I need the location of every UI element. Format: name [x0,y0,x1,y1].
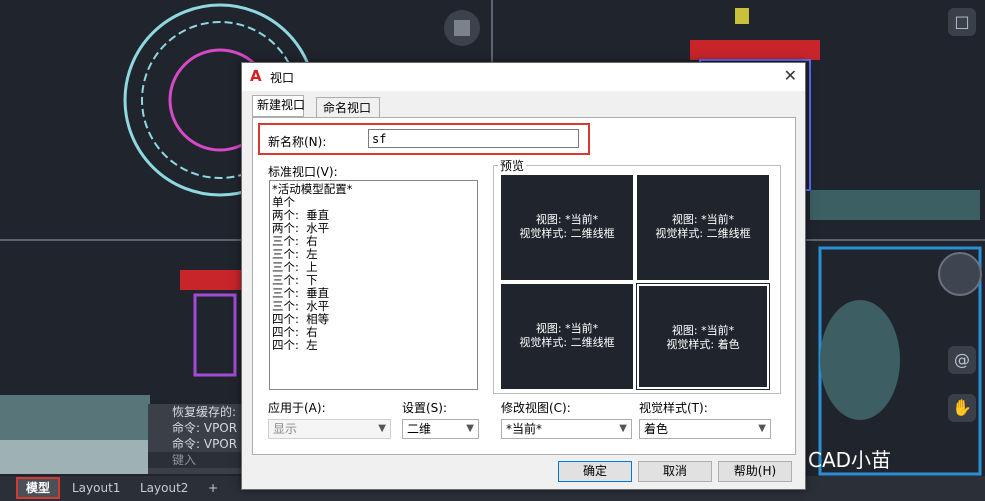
change-view-select[interactable]: *当前* ▼ [501,419,632,439]
command-line-1: 恢复缓存的: [172,405,237,419]
chevron-down-icon: ▼ [758,423,766,434]
cancel-button[interactable]: 取消 [638,461,712,482]
navcube-icon[interactable] [938,252,982,296]
tab-layout1[interactable]: Layout1 [64,479,128,497]
viewport-style-text: 视觉样式: 二维线框 [519,336,615,349]
viewport-style-text: 视觉样式: 二维线框 [519,227,615,240]
apply-to-value: 显示 [273,422,298,436]
list-item[interactable]: *活动模型配置* [272,183,475,196]
standard-viewports-label: 标准视口(V): [268,165,338,179]
preview-viewport[interactable]: 视图: *当前* 视觉样式: 二维线框 [637,175,769,280]
preview-viewport[interactable]: 视图: *当前* 视觉样式: 二维线框 [501,175,633,280]
close-icon[interactable]: ✕ [784,66,797,85]
preview-grid: 视图: *当前* 视觉样式: 二维线框 视图: *当前* 视觉样式: 二维线框 … [501,175,771,390]
help-button[interactable]: 帮助(H) [718,461,792,482]
viewport-view-text: 视图: *当前* [535,322,599,335]
tab-new-viewports[interactable]: 新建视口 [252,95,305,117]
chevron-down-icon: ▼ [466,423,474,434]
tab-layout2[interactable]: Layout2 [132,479,196,497]
tab-named-viewports[interactable]: 命名视口 [316,97,380,118]
viewport-view-text: 视图: *当前* [671,213,735,226]
watermark: CAD小苗 [808,448,892,472]
new-name-label: 新名称(N): [268,135,327,149]
viewports-dialog: A 视口 ✕ 新建视口 命名视口 新名称(N): sf 标准视口(V): *活动… [241,62,806,490]
setup-value: 二维 [407,422,432,436]
preview-label: 预览 [498,157,527,174]
command-window[interactable]: 恢复缓存的: 命令: VPOR 命令: VPOR 键入 [148,404,248,474]
add-layout-button[interactable]: + [200,479,226,497]
viewport-style-text: 视觉样式: 着色 [666,338,740,351]
list-item[interactable]: 四个: 左 [272,339,475,352]
visual-style-select[interactable]: 着色 ▼ [639,419,771,439]
apply-to-label: 应用于(A): [268,401,326,415]
pan-hand-icon[interactable]: ✋ [948,394,976,422]
autocad-logo-icon: A [250,67,262,85]
dialog-title: 视口 [270,71,295,85]
tab-model[interactable]: 模型 [15,477,61,499]
chevron-down-icon: ▼ [378,423,386,434]
apply-to-select[interactable]: 显示 ▼ [268,419,391,439]
viewport-view-text: 视图: *当前* [671,324,735,337]
preview-viewport-active[interactable]: 视图: *当前* 视觉样式: 着色 [636,283,770,390]
setup-select[interactable]: 二维 ▼ [402,419,479,439]
dialog-titlebar[interactable]: A 视口 ✕ [242,63,805,91]
window-maximize-icon[interactable]: □ [948,8,976,36]
visual-style-value: 着色 [644,422,669,436]
new-name-input[interactable]: sf [368,129,579,148]
chevron-down-icon: ▼ [619,423,627,434]
change-view-value: *当前* [506,422,543,436]
viewport-style-text: 视觉样式: 二维线框 [655,227,751,240]
standard-viewports-list[interactable]: *活动模型配置* 单个 两个: 垂直 两个: 水平 三个: 右 三个: 左 三个… [269,180,478,390]
setup-label: 设置(S): [402,401,448,415]
visual-style-label: 视觉样式(T): [639,401,708,415]
command-line-3: 命令: VPOR [172,437,238,451]
change-view-label: 修改视图(C): [501,401,571,415]
orbit-icon[interactable]: @ [948,346,976,374]
viewport-view-text: 视图: *当前* [535,213,599,226]
preview-viewport[interactable]: 视图: *当前* 视觉样式: 二维线框 [501,284,633,389]
command-line-2: 命令: VPOR [172,421,238,435]
ok-button[interactable]: 确定 [558,461,632,482]
command-input[interactable]: 键入 [148,452,248,468]
